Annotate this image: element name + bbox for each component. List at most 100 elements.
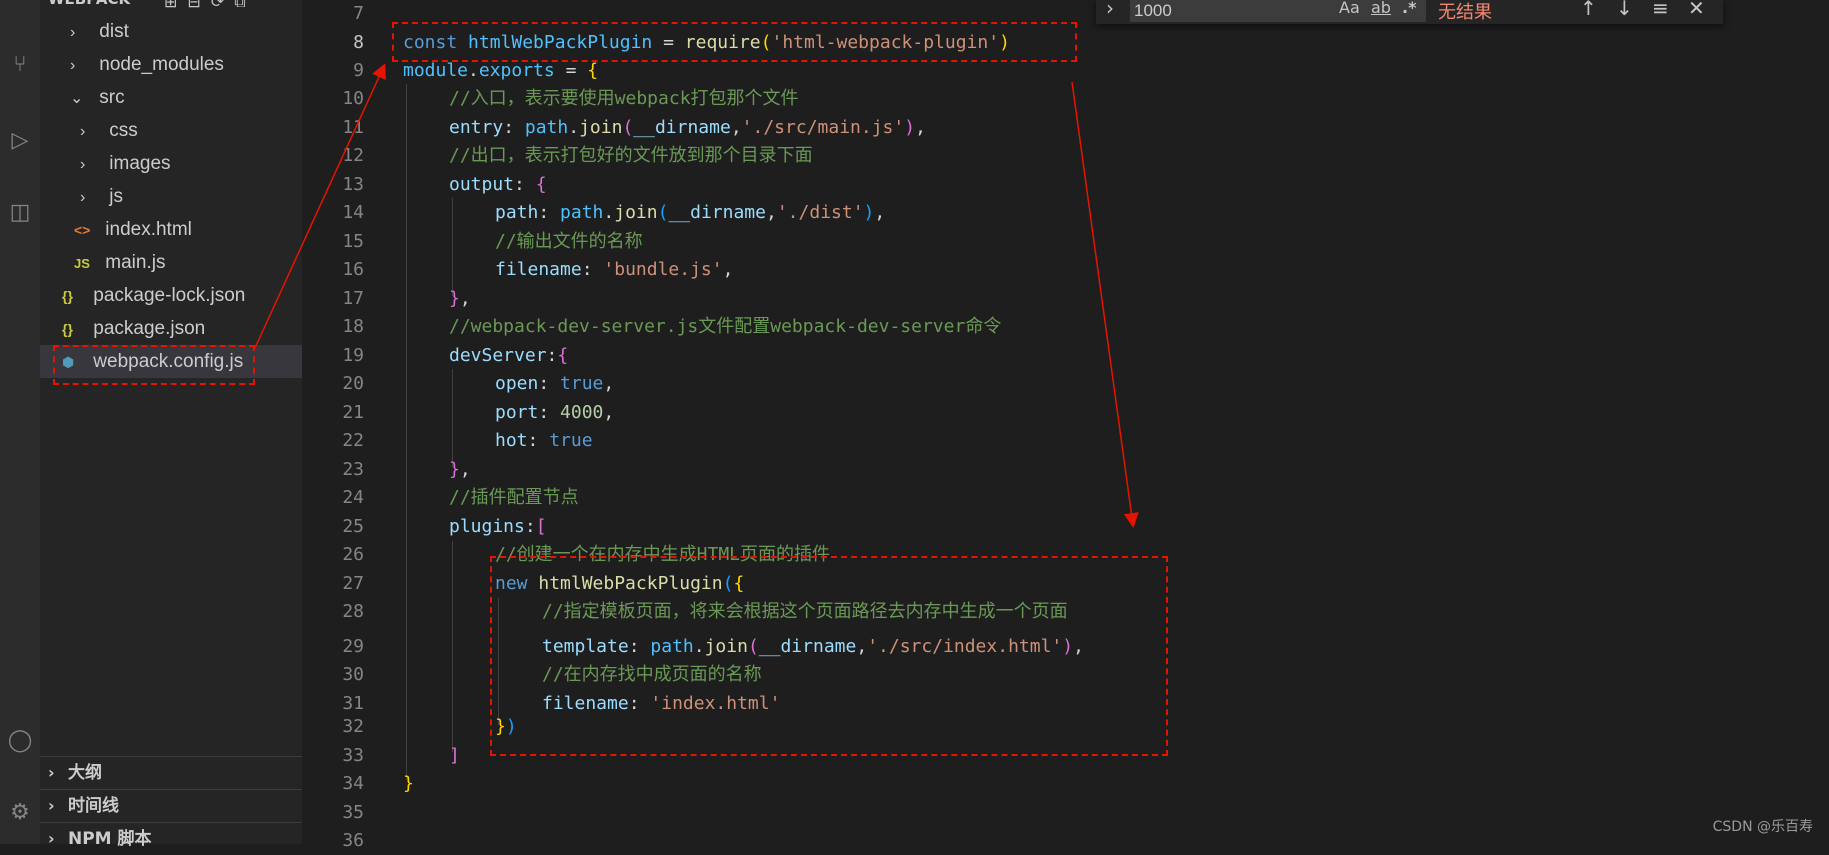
code-comment: //输出文件的名称 [495, 231, 643, 252]
code-token: port [495, 402, 539, 423]
code-comment: //出口，表示打包好的文件放到那个目录下面 [449, 145, 813, 166]
tree-item-images[interactable]: › images [40, 147, 302, 180]
indent-guide [498, 598, 499, 725]
code-token: plugins [449, 516, 525, 537]
line-number: 10 [342, 88, 364, 109]
match-case-icon[interactable]: Aa [1339, 0, 1360, 17]
regex-icon[interactable]: .* [1402, 0, 1416, 17]
tree-item-node-modules[interactable]: › node_modules [40, 48, 302, 81]
code-token: path [560, 202, 604, 223]
code-token: htmlWebPackPlugin [468, 32, 653, 53]
tree-item-package-json[interactable]: {} package.json [40, 312, 302, 345]
chevron-right-icon: › [80, 123, 86, 140]
line-number: 29 [342, 636, 364, 657]
tree-item-index-html[interactable]: <> index.html [40, 213, 302, 246]
code-token: output [449, 174, 515, 195]
previous-match-icon[interactable]: ↑ [1580, 0, 1597, 20]
line-number: 9 [353, 60, 364, 81]
chevron-right-icon: › [80, 156, 86, 173]
code-token: new [495, 573, 528, 594]
code-token: './dist' [776, 202, 864, 223]
config-file-icon: ⬢ [62, 354, 75, 370]
code-token: 'index.html' [650, 693, 781, 714]
code-token: entry [449, 117, 504, 138]
line-number: 30 [342, 664, 364, 685]
tree-item-label: js [109, 186, 124, 207]
json-file-icon: {} [62, 288, 73, 304]
close-icon[interactable]: ✕ [1688, 0, 1705, 20]
line-number: 8 [353, 32, 364, 53]
tree-item-webpack-config[interactable]: ⬢ webpack.config.js [40, 345, 302, 378]
toggle-replace-icon[interactable]: › [1106, 0, 1114, 20]
line-number: 22 [342, 430, 364, 451]
run-debug-icon[interactable]: ▷ [0, 128, 40, 153]
extensions-icon[interactable]: ◫ [0, 200, 40, 225]
code-token: __dirname [758, 636, 857, 657]
watermark: CSDN @乐百寿 [1712, 819, 1813, 835]
find-in-selection-icon[interactable]: ≡ [1652, 0, 1669, 20]
line-number: 16 [342, 259, 364, 280]
line-number: 17 [342, 288, 364, 309]
code-token: htmlWebPackPlugin [538, 573, 723, 594]
indent-guide [452, 369, 453, 467]
line-number: 7 [353, 3, 364, 24]
code-comment: //指定模板页面，将来会根据这个页面路径去内存中生成一个页面 [542, 601, 1068, 622]
code-token: require [684, 32, 761, 53]
section-label: 大纲 [68, 763, 102, 783]
chevron-right-icon: › [48, 796, 55, 815]
line-number: 28 [342, 601, 364, 622]
find-widget: › Aa ab .* 无结果 ↑ ↓ ≡ ✕ [1096, 0, 1723, 24]
tree-item-css[interactable]: › css [40, 114, 302, 147]
accounts-icon[interactable]: ◯ [0, 728, 40, 753]
line-number: 11 [342, 117, 364, 138]
code-comment: //webpack-dev-server.js文件配置webpack-dev-s… [449, 316, 1002, 337]
code-token: devServer [449, 345, 547, 366]
section-label: 时间线 [68, 796, 119, 816]
tree-item-label: package.json [93, 318, 206, 339]
whole-word-icon[interactable]: ab [1371, 0, 1391, 17]
code-token: hot [495, 430, 528, 451]
js-file-icon: JS [74, 256, 90, 271]
line-number: 20 [342, 373, 364, 394]
explorer-header[interactable]: WEBPACK [48, 0, 130, 8]
tree-item-label: webpack.config.js [93, 351, 244, 372]
tree-item-label: src [99, 87, 125, 108]
code-comment: //在内存找中成页面的名称 [542, 664, 762, 685]
code-token: exports [478, 60, 555, 81]
code-comment: //插件配置节点 [449, 487, 579, 508]
tree-item-label: images [109, 153, 171, 174]
code-token: __dirname [668, 202, 766, 223]
code-token: const [403, 32, 458, 53]
code-token: './src/main.js' [741, 117, 905, 138]
code-token: filename [542, 693, 629, 714]
explorer-actions[interactable]: ⊞⊟⟳⧉ [164, 0, 256, 12]
code-token: 4000 [560, 402, 604, 423]
line-number: 12 [342, 145, 364, 166]
code-token: template [542, 636, 629, 657]
activity-bar: ⑂ ▷ ◫ ◯ ⚙ [0, 0, 40, 844]
code-token: true [560, 373, 604, 394]
npm-scripts-section[interactable]: › NPM 脚本 [40, 822, 302, 855]
outline-section[interactable]: › 大纲 [40, 756, 302, 789]
tree-item-label: package-lock.json [93, 285, 246, 306]
line-number: 23 [342, 459, 364, 480]
tree-item-package-lock[interactable]: {} package-lock.json [40, 279, 302, 312]
code-token: './src/index.html' [867, 636, 1063, 657]
code-token: join [579, 117, 623, 138]
code-token: path [495, 202, 539, 223]
settings-gear-icon[interactable]: ⚙ [0, 800, 40, 825]
code-editor[interactable]: 7 8 const htmlWebPackPlugin = require('ht… [302, 0, 1829, 851]
line-number: 34 [342, 773, 364, 794]
source-control-icon[interactable]: ⑂ [0, 52, 40, 77]
code-token: module [403, 60, 469, 81]
indent-guide [452, 198, 453, 296]
next-match-icon[interactable]: ↓ [1616, 0, 1633, 20]
tree-item-src[interactable]: ⌄ src [40, 81, 302, 114]
code-token: = [554, 60, 588, 81]
tree-item-js[interactable]: › js [40, 180, 302, 213]
line-number: 32 [342, 716, 364, 737]
tree-item-main-js[interactable]: JS main.js [40, 246, 302, 279]
code-token: __dirname [633, 117, 731, 138]
tree-item-dist[interactable]: › dist [40, 15, 302, 48]
timeline-section[interactable]: › 时间线 [40, 789, 302, 822]
